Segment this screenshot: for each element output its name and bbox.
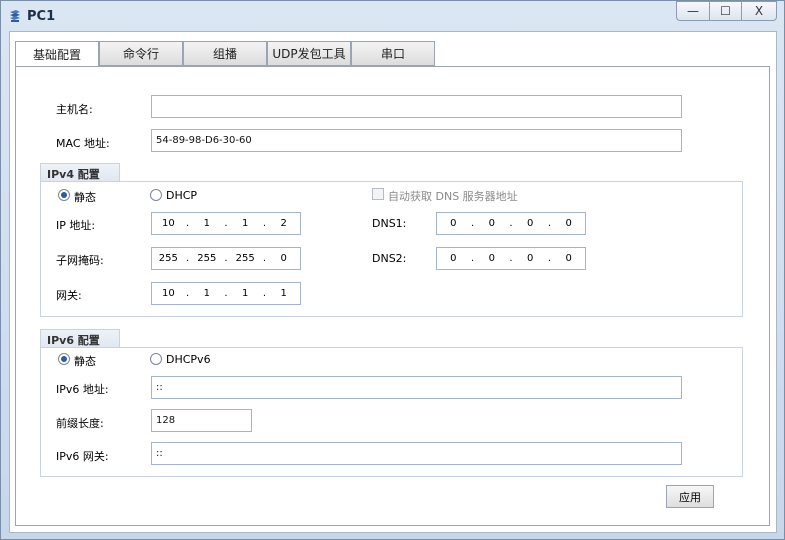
mac-address-field[interactable] (151, 129, 682, 152)
tab-command-line[interactable]: 命令行 (99, 41, 183, 66)
octet: 1 (280, 288, 287, 299)
subnet-mask-label: 子网掩码: (56, 254, 104, 267)
auto-dns-label: 自动获取 DNS 服务器地址 (388, 190, 518, 203)
tab-label: 串口 (380, 47, 405, 61)
tab-label: 基础配置 (32, 47, 81, 62)
ipv6-address-label: IPv6 地址: (56, 383, 109, 396)
octet: 1 (242, 218, 249, 229)
octet: 255 (197, 253, 217, 264)
prefix-length-label: 前缀长度: (56, 417, 104, 430)
octet: 10 (161, 288, 175, 299)
octet: 0 (488, 253, 495, 264)
ipv6-static-label: 静态 (74, 355, 96, 368)
octet: 0 (450, 218, 457, 229)
octet: 0 (527, 253, 534, 264)
dhcpv6-radio-icon[interactable] (150, 353, 162, 365)
ipv4-group-title: IPv4 配置 (40, 163, 120, 181)
close-icon: X (754, 4, 764, 18)
gateway-input[interactable]: 10. 1. 1. 1 (151, 282, 301, 305)
ip-address-label: IP 地址: (56, 219, 96, 232)
dns2-input[interactable]: 0. 0. 0. 0 (436, 247, 586, 270)
ip-address-input[interactable]: 10. 1. 1. 2 (151, 212, 301, 235)
tab-serial[interactable]: 串口 (351, 41, 435, 66)
tab-label: 组播 (212, 47, 237, 61)
octet: 255 (235, 253, 255, 264)
ipv4-static-label: 静态 (74, 191, 96, 204)
ipv6-gateway-input[interactable] (151, 442, 682, 465)
close-button[interactable]: X (741, 1, 777, 21)
octet: 0 (280, 253, 287, 264)
octet: 1 (203, 288, 210, 299)
minimize-icon: — (687, 4, 699, 18)
maximize-button[interactable]: ☐ (709, 1, 742, 21)
basic-config-panel: 主机名: MAC 地址: IPv4 配置 静态 DHCP 自动获取 DNS 服务… (15, 66, 770, 526)
hostname-input[interactable] (151, 95, 682, 118)
apply-button[interactable]: 应用 (666, 485, 714, 508)
prefix-length-input[interactable] (151, 409, 252, 432)
octet: 1 (242, 288, 249, 299)
maximize-icon: ☐ (720, 4, 731, 18)
ipv6-gateway-label: IPv6 网关: (56, 450, 109, 463)
tab-label: UDP发包工具 (272, 47, 346, 61)
ipv6-address-input[interactable] (151, 376, 682, 399)
ipv6-group-title: IPv6 配置 (40, 329, 120, 347)
hostname-label: 主机名: (56, 103, 93, 116)
window: PC1 — ☐ X 基础配置 命令行 组播 UDP发包工具 串口 主机名: MA… (0, 0, 785, 540)
window-title: PC1 (27, 9, 56, 24)
apply-label: 应用 (679, 490, 701, 504)
title-bar[interactable]: PC1 — ☐ X (1, 1, 784, 31)
dns1-input[interactable]: 0. 0. 0. 0 (436, 212, 586, 235)
minimize-button[interactable]: — (676, 1, 710, 21)
octet: 10 (161, 218, 175, 229)
network-pc-icon (8, 9, 22, 23)
dhcp-radio-icon[interactable] (150, 189, 162, 201)
client-area: 基础配置 命令行 组播 UDP发包工具 串口 主机名: MAC 地址: IPv4… (9, 31, 777, 533)
octet: 255 (158, 253, 178, 264)
tab-multicast[interactable]: 组播 (183, 41, 267, 66)
static-radio-icon[interactable] (58, 353, 70, 365)
mac-label: MAC 地址: (56, 137, 110, 150)
octet: 2 (280, 218, 287, 229)
octet: 0 (527, 218, 534, 229)
octet: 0 (565, 253, 572, 264)
subnet-mask-input[interactable]: 255. 255. 255. 0 (151, 247, 301, 270)
octet: 0 (450, 253, 457, 264)
gateway-label: 网关: (56, 289, 82, 302)
ipv4-dhcp-label: DHCP (166, 189, 198, 202)
tab-udp-tool[interactable]: UDP发包工具 (267, 41, 351, 66)
octet: 0 (565, 218, 572, 229)
octet: 0 (488, 218, 495, 229)
tab-label: 命令行 (122, 47, 159, 61)
ipv6-dhcp-label: DHCPv6 (166, 353, 211, 366)
octet: 1 (203, 218, 210, 229)
tab-basic-config[interactable]: 基础配置 (15, 41, 99, 67)
dns2-label: DNS2: (372, 252, 407, 265)
static-radio-icon[interactable] (58, 189, 70, 201)
dns1-label: DNS1: (372, 217, 407, 230)
auto-dns-checkbox-icon[interactable] (372, 188, 384, 200)
